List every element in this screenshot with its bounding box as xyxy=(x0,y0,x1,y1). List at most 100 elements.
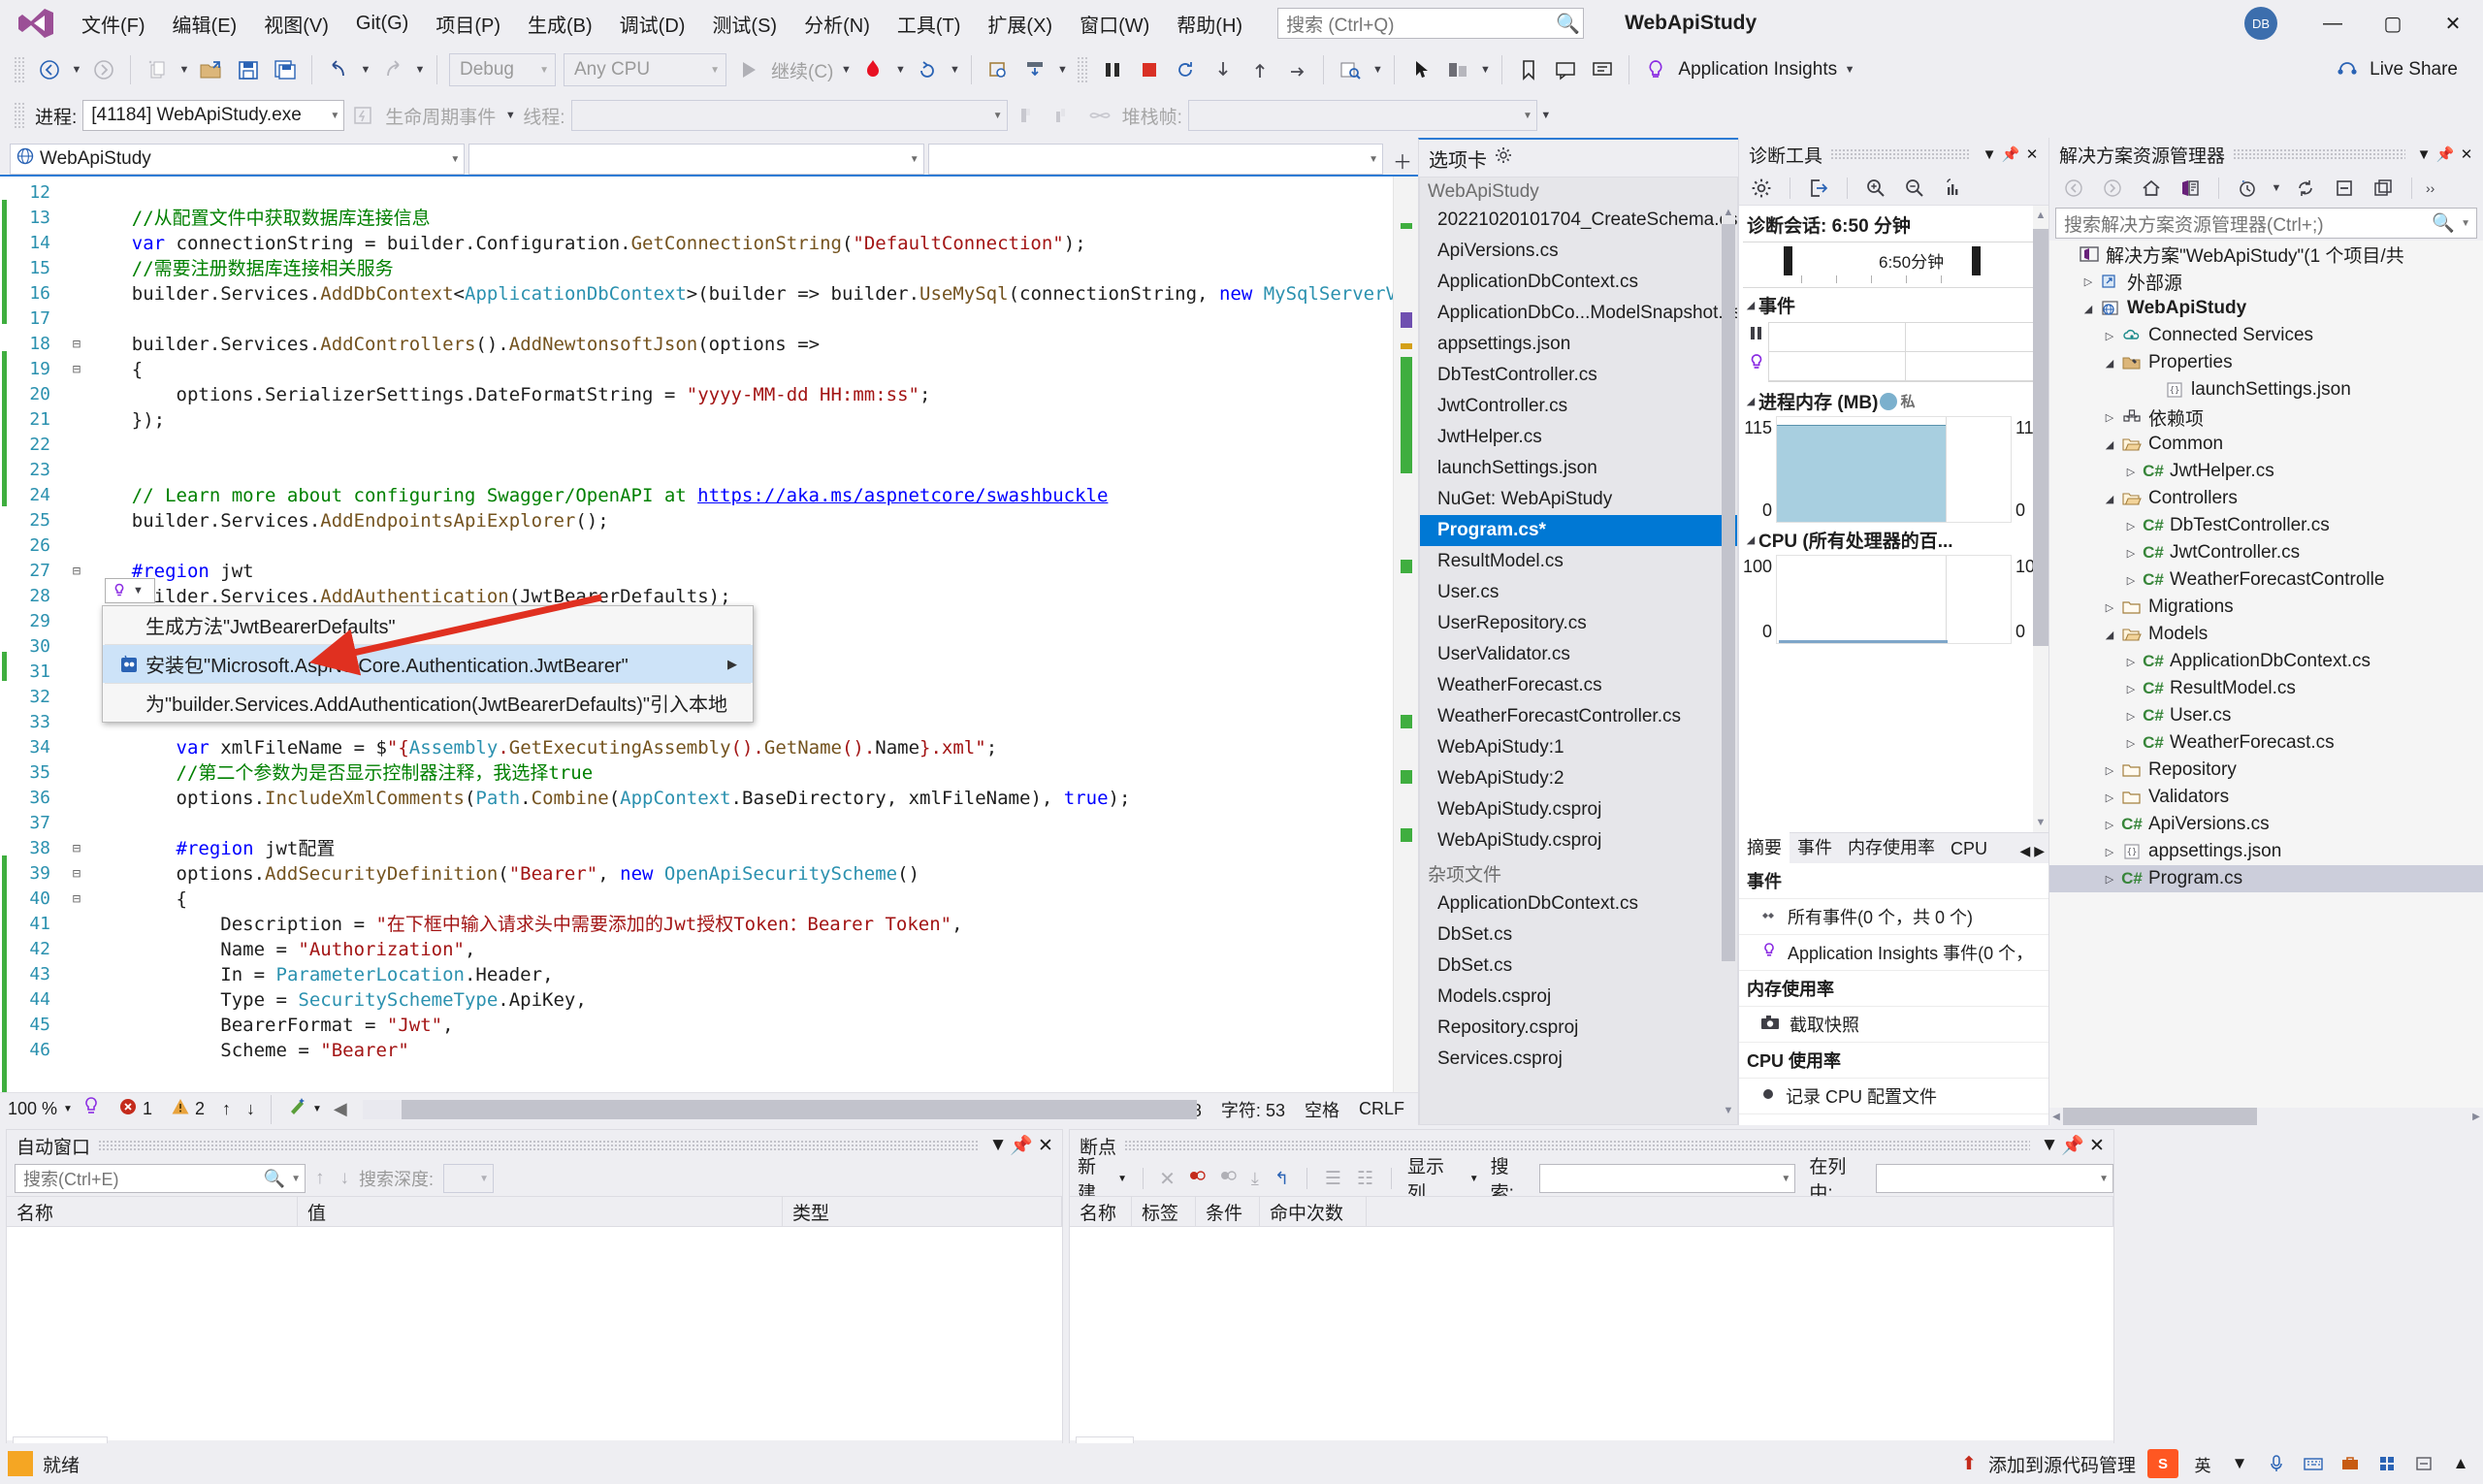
live-preview-icon[interactable] xyxy=(1439,51,1476,88)
app-insights-label[interactable]: Application Insights xyxy=(1674,59,1841,81)
collapsed-triangle-icon[interactable]: ▷ xyxy=(2121,547,2141,560)
pin-icon[interactable]: 📌 xyxy=(2435,145,2456,163)
find-in-files-icon[interactable] xyxy=(1332,51,1369,88)
outlining-glyph[interactable]: ⊟ xyxy=(66,887,87,912)
panel-drag-handle[interactable] xyxy=(1830,148,1971,160)
vertical-scrollbar[interactable] xyxy=(1393,177,1418,1092)
redo-icon[interactable] xyxy=(374,51,411,88)
code-line[interactable]: 45 BearerFormat = "Jwt", xyxy=(10,1013,1393,1038)
solution-tree-row[interactable]: ▷C#JwtController.cs xyxy=(2049,539,2483,566)
panel-menu-icon[interactable]: ▼ xyxy=(2038,1135,2061,1156)
search-next-icon[interactable]: ↓ xyxy=(335,1168,356,1189)
navbar-member-select[interactable]: ▼ xyxy=(928,144,1383,175)
tabs-scrollbar[interactable]: ▲ ▼ xyxy=(1722,203,1735,1120)
error-count-indicator[interactable]: 1 xyxy=(119,1098,152,1120)
pending-changes-dropdown-icon[interactable]: ▼ xyxy=(2268,170,2285,207)
collapsed-triangle-icon[interactable]: ▷ xyxy=(2121,466,2141,478)
collapsed-triangle-icon[interactable]: ▷ xyxy=(2121,656,2141,668)
menu-item-5[interactable]: 生成(B) xyxy=(514,4,606,44)
undo-dropdown-icon[interactable]: ▼ xyxy=(357,51,374,88)
process-select[interactable]: [41184] WebApiStudy.exe ▼ xyxy=(82,100,344,131)
find-dropdown-icon[interactable]: ▼ xyxy=(1369,51,1386,88)
quick-actions-lightbulb[interactable]: ▼ xyxy=(105,578,155,603)
zoom-select[interactable]: 100 % ▼ xyxy=(8,1099,81,1119)
code-line[interactable]: 39⊟ options.AddSecurityDefinition("Beare… xyxy=(10,861,1393,887)
chevron-down-icon[interactable]: ▼ xyxy=(285,1174,301,1184)
next-issue-icon[interactable]: ↓ xyxy=(239,1099,263,1119)
code-line[interactable]: 35 //第二个参数为是否显示控制器注释，我选择true xyxy=(10,760,1393,786)
expanded-triangle-icon[interactable]: ◢ xyxy=(2100,629,2119,641)
outlining-glyph[interactable]: ⊟ xyxy=(66,559,87,584)
bp-column-condition[interactable]: 条件 xyxy=(1196,1196,1260,1227)
step-out-alt-icon[interactable] xyxy=(1278,51,1315,88)
collapse-all-icon[interactable] xyxy=(2326,170,2363,207)
chevron-down-icon[interactable]: ▼ xyxy=(1117,1174,1131,1184)
tab-scroll-right-icon[interactable]: ▶ xyxy=(2032,839,2048,863)
scroll-left-icon[interactable]: ◀ xyxy=(328,1099,353,1119)
stop-debugging-icon[interactable] xyxy=(1131,51,1168,88)
minimize-button[interactable]: — xyxy=(2303,0,2363,47)
code-line[interactable]: 36 options.IncludeXmlComments(Path.Combi… xyxy=(10,786,1393,811)
keyboard-icon[interactable] xyxy=(2301,1451,2326,1476)
navbar-type-select[interactable]: ▼ xyxy=(468,144,923,175)
tab-list-item[interactable]: WebApiStudy.csproj xyxy=(1420,825,1737,856)
collapsed-triangle-icon[interactable]: ▷ xyxy=(2100,873,2119,886)
solution-tree-row[interactable]: ◢Models xyxy=(2049,621,2483,648)
eol-indicator[interactable]: CRLF xyxy=(1349,1099,1418,1119)
code-line[interactable]: 16 builder.Services.AddDbContext<Applica… xyxy=(10,281,1393,306)
collapsed-triangle-icon[interactable]: ▷ xyxy=(2100,330,2119,342)
bp-column-label[interactable]: 标签 xyxy=(1132,1196,1196,1227)
scroll-down-icon[interactable]: ▼ xyxy=(2033,813,2048,832)
restart-dropdown-icon[interactable]: ▼ xyxy=(946,51,963,88)
solution-tree-row[interactable]: ▷C#JwtHelper.cs xyxy=(2049,458,2483,485)
autos-column-name[interactable]: 名称 xyxy=(7,1196,298,1227)
code-line[interactable]: 37 xyxy=(10,811,1393,836)
collapsed-triangle-icon[interactable]: ▷ xyxy=(2121,683,2141,695)
tab-list-item[interactable]: User.cs xyxy=(1420,577,1737,608)
solution-tree-row[interactable]: ▷Migrations xyxy=(2049,594,2483,621)
diagnostic-tab-1[interactable]: 事件 xyxy=(1790,830,1840,863)
code-line[interactable]: 26 xyxy=(10,533,1393,559)
code-line[interactable]: 42 Name = "Authorization", xyxy=(10,937,1393,962)
quick-action-item[interactable]: 为"builder.Services.AddAuthentication(Jwt… xyxy=(103,684,753,722)
toolbox-icon[interactable] xyxy=(2338,1451,2363,1476)
step-over-icon[interactable] xyxy=(1205,51,1242,88)
pin-icon[interactable]: 📌 xyxy=(2000,145,2021,163)
pin-icon[interactable]: 📌 xyxy=(2061,1134,2084,1157)
undo-icon[interactable] xyxy=(320,51,357,88)
enable-all-breakpoints-icon[interactable] xyxy=(1183,1166,1210,1191)
code-line[interactable]: 34 var xmlFileName = $"{Assembly.GetExec… xyxy=(10,735,1393,760)
tab-list-item[interactable]: launchSettings.json xyxy=(1420,453,1737,484)
avatar[interactable]: DB xyxy=(2244,7,2277,40)
quick-action-item[interactable]: 生成方法"JwtBearerDefaults" xyxy=(103,606,753,644)
collapsed-triangle-icon[interactable]: ▷ xyxy=(2121,710,2141,723)
expanded-triangle-icon[interactable]: ◢ xyxy=(2100,357,2119,370)
solution-tree-row[interactable]: ▷Repository xyxy=(2049,757,2483,784)
step-into-icon[interactable] xyxy=(1016,51,1053,88)
collapsed-triangle-icon[interactable]: ▷ xyxy=(2100,411,2119,424)
expand-tray-icon[interactable]: ▲ xyxy=(2448,1451,2473,1476)
scroll-down-icon[interactable]: ▼ xyxy=(1722,1101,1735,1120)
collapsed-triangle-icon[interactable]: ▷ xyxy=(2100,764,2119,777)
expanded-triangle-icon[interactable]: ◢ xyxy=(2100,438,2119,451)
delete-breakpoint-icon[interactable]: ✕ xyxy=(1155,1167,1179,1191)
code-line[interactable]: 40⊟ { xyxy=(10,887,1393,912)
collapsed-triangle-icon[interactable]: ▷ xyxy=(2100,601,2119,614)
live-share-label[interactable]: Live Share xyxy=(2366,59,2462,81)
import-breakpoints-icon[interactable]: ↰ xyxy=(1269,1169,1295,1189)
code-line[interactable]: 19⊟ { xyxy=(10,357,1393,382)
panel-menu-icon[interactable]: ▼ xyxy=(986,1135,1010,1156)
menu-item-10[interactable]: 扩展(X) xyxy=(974,4,1066,44)
code-line[interactable]: 43 In = ParameterLocation.Header, xyxy=(10,962,1393,987)
show-next-statement-icon[interactable] xyxy=(980,51,1016,88)
navigate-back-dropdown-icon[interactable]: ▼ xyxy=(68,51,85,88)
solution-tree-row[interactable]: ▷C#ApplicationDbContext.cs xyxy=(2049,648,2483,675)
collapsed-triangle-icon[interactable]: ▷ xyxy=(2121,737,2141,750)
tab-list-item[interactable]: JwtController.cs xyxy=(1420,391,1737,422)
collapsed-triangle-icon[interactable]: ▷ xyxy=(2100,846,2119,858)
diagnostic-tab-0[interactable]: 摘要 xyxy=(1739,830,1790,863)
tab-list-item[interactable]: ResultModel.cs xyxy=(1420,546,1737,577)
redo-dropdown-icon[interactable]: ▼ xyxy=(411,51,429,88)
app-insights-icon[interactable] xyxy=(1637,51,1674,88)
code-line[interactable]: 22 xyxy=(10,433,1393,458)
